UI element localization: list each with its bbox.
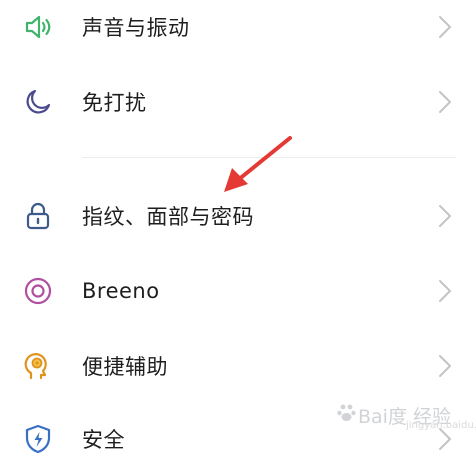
head-bulb-icon — [22, 350, 54, 382]
breeno-icon — [22, 275, 54, 307]
annotation-arrow — [224, 136, 292, 192]
settings-item-label: 免打扰 — [82, 91, 147, 115]
settings-list: 声音与振动 免打扰 指纹、面部与密码 Breeno 便捷辅助 安全 — [0, 0, 476, 454]
chevron-right-icon — [438, 15, 452, 39]
settings-item-label: 声音与振动 — [82, 16, 190, 40]
shield-bolt-icon — [22, 423, 54, 455]
chevron-right-icon — [438, 354, 452, 378]
settings-item-convenience-aids[interactable]: 便捷辅助 — [0, 336, 476, 396]
settings-item-sound-vibration[interactable]: 声音与振动 — [0, 0, 476, 57]
speaker-icon — [22, 11, 54, 43]
baidu-watermark: Bai度 经验 jingyan.baidu.com — [336, 394, 476, 434]
chevron-right-icon — [438, 279, 452, 303]
chevron-right-icon — [438, 204, 452, 228]
settings-item-label: Breeno — [82, 279, 160, 303]
lock-icon — [22, 200, 54, 232]
moon-icon — [22, 86, 54, 118]
settings-item-do-not-disturb[interactable]: 免打扰 — [0, 72, 476, 132]
watermark-subtext: jingyan.baidu.com — [406, 420, 476, 431]
settings-item-label: 安全 — [82, 428, 125, 452]
paw-logo-icon — [337, 404, 356, 421]
settings-item-label: 便捷辅助 — [82, 355, 168, 379]
chevron-right-icon — [438, 90, 452, 114]
settings-item-breeno[interactable]: Breeno — [0, 261, 476, 321]
